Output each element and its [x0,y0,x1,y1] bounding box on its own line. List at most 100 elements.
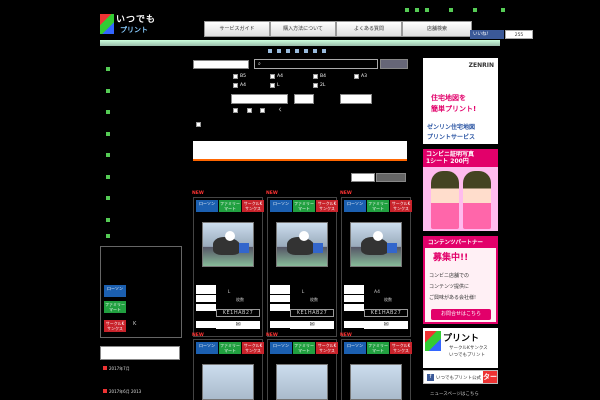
product-card[interactable]: NEW ローソン ファミリーマート サークルKサンクス [192,333,264,400]
date-from-field[interactable] [231,94,288,104]
contact-button[interactable]: お問合せはこちら [431,309,491,320]
size-checkbox[interactable] [233,83,238,88]
zenrin-brand: ZENRIN [468,62,494,69]
bullet-icon [106,132,110,136]
nav-faq[interactable]: よくある質問 [336,21,402,37]
facebook-like-button[interactable]: いいね! [470,30,504,39]
store-badge-circlek: サークルKサンクス [390,200,412,212]
store-badge-circlek: サークルKサンクス [242,342,264,354]
bullet-icon [106,175,110,179]
sort-select[interactable] [351,173,375,182]
option-checkbox[interactable] [233,108,238,113]
category-dot[interactable] [295,49,299,53]
option-checkbox[interactable] [247,108,252,113]
size-checkbox[interactable] [313,74,318,79]
size-checkbox[interactable] [233,74,238,79]
utility-icon[interactable] [501,8,505,12]
ad-headline: プリント [443,334,480,344]
store-badge-familymart: ファミリーマート [293,200,315,212]
category-select[interactable] [193,60,249,69]
nav-service-guide[interactable]: サービスガイド [204,21,270,37]
bullet-icon [106,67,110,71]
ad-text: ご興味がある会社様! [429,295,477,301]
sidebar-item[interactable] [106,86,176,96]
utility-icon[interactable] [449,8,453,12]
zenrin-ad[interactable]: ZENRIN 住宅地図を 簡単プリント! ゼンリン住宅地図 プリントサービス [423,58,498,144]
size-label: A3 [361,74,367,79]
like-label: いいね! [473,32,489,37]
sidebar-search-input[interactable] [100,346,180,360]
nav-how-to-buy[interactable]: 購入方法について [270,21,336,37]
id-photo-ad[interactable]: コンビニ証明写真 1シート 200円 [423,149,498,231]
new-badge: NEW [192,333,204,338]
mail-icon[interactable]: ✉ [216,321,260,329]
utility-icon[interactable] [425,8,429,12]
ad-text: コンテンツ提供に [429,284,470,290]
store-badge-lawson: ローソン [270,200,292,212]
product-image[interactable] [202,364,254,400]
mail-icon[interactable]: ✉ [364,321,408,329]
size-checkbox[interactable] [354,74,359,79]
option-checkbox[interactable] [196,122,201,127]
search-button[interactable] [380,59,408,69]
fb-text: いつでもプリント公式 [436,376,481,381]
sidebar-item[interactable] [106,129,176,139]
sidebar-item[interactable] [106,215,176,225]
product-card[interactable]: NEW ローソン ファミリーマート サークルKサンクス L 枚数 KE1HAB2… [192,191,264,337]
store-badge-lawson: ローソン [196,342,218,354]
category-dot[interactable] [304,49,308,53]
card-meta-field [270,295,290,302]
product-card[interactable]: NEW ローソン ファミリーマート サークルKサンクス A4 枚数 KE1HAB… [340,191,412,337]
sidebar-item[interactable] [106,231,176,241]
sidebar-item[interactable] [106,172,176,182]
like-count: 255 [505,30,533,39]
facebook-page-link[interactable]: f いつでもプリント公式 ター [423,370,498,384]
product-image[interactable] [202,222,254,267]
news-link-label: 2017年7月 [109,366,130,371]
logo-text-top: いつでも [116,15,157,25]
store-circlek-button[interactable]: サークルK サンクス [104,320,126,332]
category-dot[interactable] [322,49,326,53]
card-store-badges: ローソン ファミリーマート サークルKサンクス [344,342,412,354]
product-image[interactable] [276,222,328,267]
sidebar-item[interactable] [106,64,176,74]
product-image[interactable] [350,364,402,400]
product-card[interactable]: NEW ローソン ファミリーマート サークルKサンクス [340,333,412,400]
category-dot[interactable] [286,49,290,53]
product-image[interactable] [276,364,328,400]
category-dot[interactable] [277,49,281,53]
partner-recruit-ad[interactable]: コンテンツパートナー 募集中!! コンビニ店舗での コンテンツ提供に ご興味があ… [423,236,498,324]
site-logo[interactable]: いつでも プリント [100,8,180,38]
size-checkbox[interactable] [270,74,275,79]
sidebar-news-link[interactable]: 2017年7月 [103,366,183,374]
sidebar-item[interactable] [106,107,176,117]
mail-icon[interactable]: ✉ [290,321,334,329]
size-checkbox[interactable] [270,83,275,88]
sidebar-item[interactable] [106,150,176,160]
nav-store-search[interactable]: 店舗検索 [402,21,472,37]
sidebar-news-link[interactable]: 2017年6月 2013 [103,389,183,397]
store-familymart-button[interactable]: ファミリーマート [104,301,126,313]
utility-icon[interactable] [405,8,409,12]
fb-red-label: ター [483,371,497,383]
date-to-field[interactable] [294,94,314,104]
news-link[interactable]: ニュースページはこちら [430,391,479,397]
utility-icon[interactable] [415,8,419,12]
store-lawson-button[interactable]: ローソン [104,285,126,297]
size-checkbox[interactable] [313,83,318,88]
search-input[interactable]: ⌕ [254,59,378,69]
category-dot[interactable] [313,49,317,53]
sort-button[interactable] [376,173,406,182]
print-ad[interactable]: プリント サークルKサンクス いつでもプリント [423,328,498,368]
product-image[interactable] [350,222,402,267]
utility-icon[interactable] [473,8,477,12]
product-card[interactable]: NEW ローソン ファミリーマート サークルKサンクス [266,333,338,400]
search-icon: ⌕ [258,61,261,67]
category-dot[interactable] [268,49,272,53]
sidebar-item[interactable] [106,193,176,203]
model-photo [431,171,459,229]
filter-field[interactable] [340,94,372,104]
ad-text: サークルKサンクス [449,346,488,351]
option-checkbox[interactable] [260,108,265,113]
product-card[interactable]: NEW ローソン ファミリーマート サークルKサンクス L 枚数 KE1HAB2… [266,191,338,337]
